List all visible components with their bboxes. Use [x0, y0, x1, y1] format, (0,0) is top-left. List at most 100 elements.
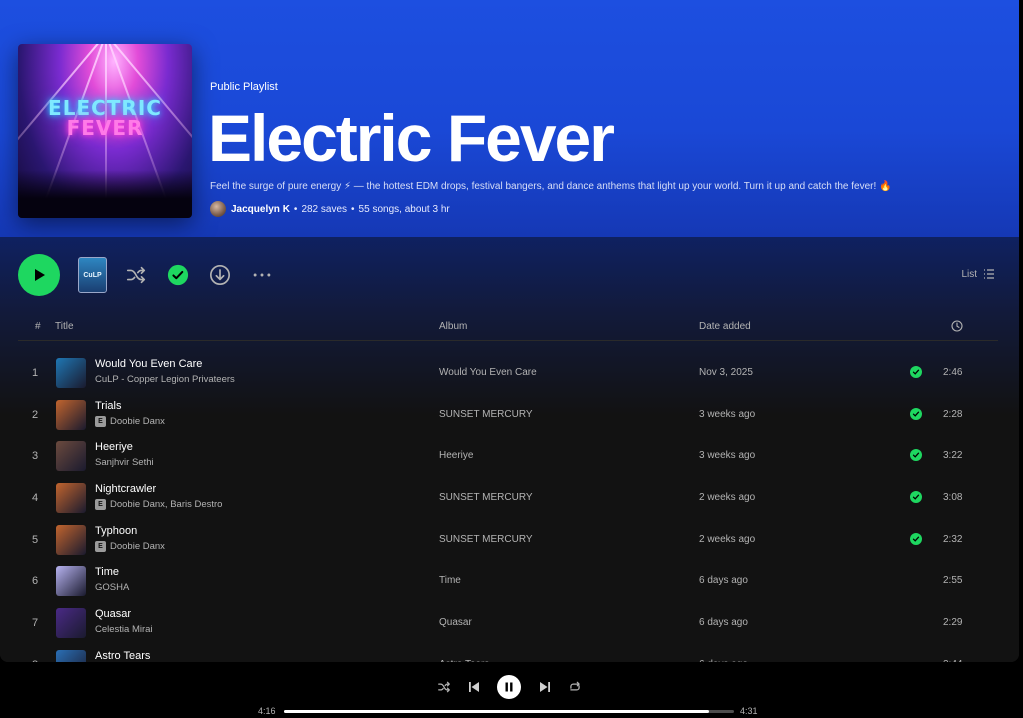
track-artist: Sanjhvir Sethi — [95, 457, 154, 468]
track-album[interactable]: SUNSET MERCURY — [439, 534, 533, 545]
track-title[interactable]: Nightcrawler — [95, 483, 156, 495]
track-title[interactable]: Heeriye — [95, 441, 133, 453]
track-row[interactable]: 5 Typhoon E Doobie Danx SUNSET MERCURY 2 week… — [18, 520, 998, 562]
track-number: 1 — [32, 367, 39, 379]
track-number: 2 — [32, 408, 39, 421]
column-title[interactable]: Title — [55, 321, 74, 332]
playlist-meta: Jacquelyn K • 282 saves • 55 songs, abou… — [210, 200, 450, 218]
track-title[interactable]: Trials — [95, 400, 121, 412]
next-button[interactable] — [537, 679, 553, 695]
column-number: # — [35, 321, 41, 332]
repeat-button[interactable] — [567, 679, 583, 695]
playlist-cover[interactable]: ELECTRIC FEVER — [18, 44, 192, 218]
track-date-added: 2 weeks ago — [699, 492, 756, 504]
track-album[interactable]: SUNSET MERCURY — [439, 409, 533, 420]
track-artist: E Doobie Danx — [95, 415, 165, 427]
track-row[interactable]: 8Astro TearsAstro Tears6 days ago2:44 — [18, 645, 998, 662]
track-row[interactable]: 2 Trials E Doobie Danx SUNSET MERCURY 3 weeks… — [18, 395, 998, 437]
playback-bar: 4:16 4:31 — [0, 662, 1023, 718]
saved-check-icon[interactable] — [910, 407, 922, 420]
more-options-button[interactable] — [251, 264, 273, 286]
column-duration[interactable] — [951, 320, 963, 335]
main-view: ELECTRIC FEVER Public Playlist Electric … — [0, 0, 1019, 662]
track-artist: Celestia Mirai — [95, 624, 153, 635]
progress-fill — [284, 710, 710, 713]
track-artist: E Doobie Danx — [95, 540, 165, 552]
repeat-icon — [570, 681, 580, 691]
track-artist-name[interactable]: Celestia Mirai — [95, 624, 153, 635]
playlist-title[interactable]: Electric Fever — [208, 98, 615, 178]
download-button[interactable] — [209, 264, 231, 286]
track-date-added: 2 weeks ago — [699, 533, 756, 545]
owner-avatar[interactable] — [210, 201, 226, 217]
track-date-added: Nov 3, 2025 — [699, 367, 753, 378]
view-toggle[interactable]: List — [961, 268, 995, 280]
track-artist-name[interactable]: Doobie Danx — [110, 416, 165, 427]
track-album[interactable]: Would You Even Care — [439, 367, 537, 378]
track-row[interactable]: 3 Heeriye Sanjhvir Sethi Heeriye 3 weeks ago… — [18, 436, 998, 478]
track-artwork[interactable] — [56, 358, 86, 388]
mini-cover-label: CuLP — [83, 271, 102, 279]
saved-check-icon[interactable] — [910, 449, 922, 462]
track-artist: GOSHA — [95, 582, 129, 593]
track-album[interactable]: Time — [439, 575, 461, 586]
play-button[interactable] — [18, 254, 60, 296]
track-album[interactable]: Heeriye — [439, 450, 473, 461]
track-artwork[interactable] — [56, 566, 86, 597]
track-row[interactable]: 4 Nightcrawler E Doobie Danx, Baris Destro S… — [18, 478, 998, 520]
track-artwork[interactable] — [56, 441, 86, 472]
track-duration: 2:55 — [943, 575, 963, 587]
track-row[interactable]: 1 Would You Even Care CuLP - Copper Legion… — [18, 353, 998, 395]
track-list: 1 Would You Even Care CuLP - Copper Legion… — [18, 353, 998, 662]
track-date-added: 6 days ago — [699, 617, 748, 629]
track-artist-name[interactable]: Sanjhvir Sethi — [95, 457, 154, 468]
track-album[interactable]: Quasar — [439, 617, 472, 628]
view-toggle-label: List — [961, 268, 977, 280]
playlist-type-label: Public Playlist — [210, 81, 278, 93]
track-row[interactable]: 6 Time GOSHA Time 6 days ago 2:55 — [18, 561, 998, 603]
progress-bar[interactable] — [284, 710, 734, 713]
track-row[interactable]: 7 Quasar Celestia Mirai Quasar 6 days ago 2:2… — [18, 603, 998, 645]
track-artwork[interactable] — [56, 483, 86, 514]
clock-icon — [951, 320, 963, 332]
track-artist-name[interactable]: GOSHA — [95, 582, 129, 593]
shuffle-icon — [438, 681, 450, 693]
track-artwork[interactable] — [56, 649, 86, 662]
column-album[interactable]: Album — [439, 321, 467, 332]
explicit-badge: E — [95, 499, 106, 511]
owner-name[interactable]: Jacquelyn K — [231, 204, 290, 215]
track-duration: 2:46 — [943, 367, 963, 378]
track-title[interactable]: Quasar — [95, 608, 131, 620]
track-artwork[interactable] — [56, 524, 86, 555]
explicit-badge: E — [95, 540, 106, 552]
track-artwork[interactable] — [56, 399, 86, 430]
previous-button[interactable] — [466, 679, 482, 695]
track-date-added: 3 weeks ago — [699, 408, 756, 420]
track-artist-name[interactable]: Doobie Danx, Baris Destro — [110, 499, 222, 510]
track-artwork[interactable] — [56, 608, 86, 639]
saved-check-button[interactable] — [167, 264, 189, 286]
track-artist-name[interactable]: Doobie Danx — [110, 541, 165, 552]
cover-crowd — [18, 170, 192, 218]
track-title[interactable]: Typhoon — [95, 525, 137, 537]
track-album[interactable]: SUNSET MERCURY — [439, 492, 533, 503]
track-artist-name[interactable]: CuLP - Copper Legion Privateers — [95, 374, 235, 385]
shuffle-button[interactable] — [125, 264, 147, 286]
player-shuffle-button[interactable] — [436, 679, 452, 695]
saved-check-icon[interactable] — [910, 491, 922, 504]
saved-check-icon[interactable] — [910, 532, 922, 545]
track-title[interactable]: Time — [95, 566, 119, 578]
track-duration: 2:28 — [943, 408, 963, 420]
track-list-header: # Title Album Date added — [18, 317, 998, 341]
track-title[interactable]: Would You Even Care — [95, 358, 202, 370]
mini-cover[interactable]: CuLP — [78, 257, 107, 293]
track-number: 4 — [32, 492, 39, 505]
saved-check-icon[interactable] — [910, 366, 922, 378]
pause-icon — [505, 682, 513, 692]
track-title[interactable]: Astro Tears — [95, 650, 150, 662]
track-artist: CuLP - Copper Legion Privateers — [95, 374, 235, 385]
track-date-added: 3 weeks ago — [699, 450, 756, 462]
list-icon — [984, 269, 994, 279]
column-date-added[interactable]: Date added — [699, 321, 751, 332]
pause-button[interactable] — [497, 675, 521, 699]
